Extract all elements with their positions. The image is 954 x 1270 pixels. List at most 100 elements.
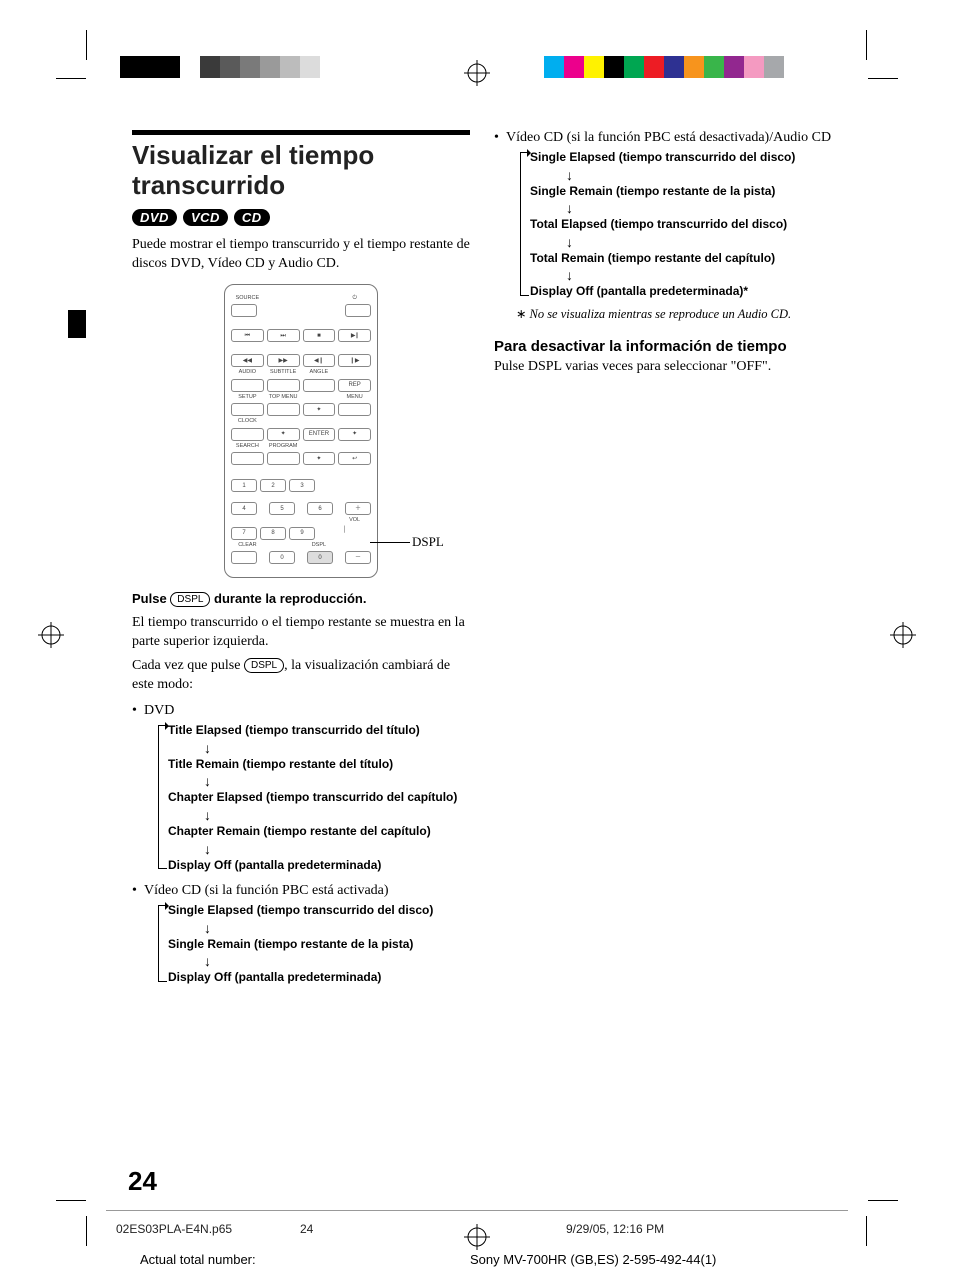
step-back-icon: ◀❙ bbox=[303, 354, 336, 367]
cycle-item: Chapter Remain (tiempo restante del capí… bbox=[168, 824, 470, 840]
remote-label: VOL bbox=[338, 518, 371, 524]
remote-button bbox=[303, 379, 336, 392]
prev-track-icon: ⏮ bbox=[231, 329, 264, 342]
cycle-vcd-off: Single Elapsed (tiempo transcurrido del … bbox=[520, 150, 832, 300]
next-track-icon: ⏭ bbox=[267, 329, 300, 342]
down-arrow-icon: ↓ bbox=[204, 774, 470, 788]
remote-label: TOP MENU bbox=[267, 395, 300, 401]
crop-mark-icon bbox=[866, 1216, 867, 1246]
callout-line bbox=[370, 542, 410, 544]
remote-label bbox=[303, 518, 336, 524]
list-vcd-pbc-off: Vídeo CD (si la función PBC está desacti… bbox=[494, 130, 832, 323]
footnote: ∗No se visualiza mientras se reproduce u… bbox=[516, 306, 832, 323]
num-7: 7 bbox=[231, 527, 257, 540]
heading-rule bbox=[132, 130, 470, 135]
registration-mark-icon bbox=[464, 1224, 490, 1250]
remote-label: MENU bbox=[338, 395, 371, 401]
crop-mark-icon bbox=[868, 1200, 898, 1201]
remote-label bbox=[338, 370, 371, 376]
remote-button bbox=[338, 403, 371, 416]
cycle-item: Single Remain (tiempo restante de la pis… bbox=[168, 937, 470, 953]
remote-label: SUBTITLE bbox=[267, 370, 300, 376]
step-fwd-icon: ❙▶ bbox=[338, 354, 371, 367]
footer-file: 02ES03PLA-E4N.p65 bbox=[116, 1222, 232, 1236]
up-icon: ✦ bbox=[303, 403, 336, 416]
deactivate-heading: Para desactivar la información de tiempo bbox=[494, 337, 832, 357]
remote-button bbox=[267, 403, 300, 416]
footnote-text: No se visualiza mientras se reproduce un… bbox=[529, 307, 791, 321]
cycle-item: Chapter Elapsed (tiempo transcurrido del… bbox=[168, 790, 470, 806]
crop-mark-icon bbox=[56, 1200, 86, 1201]
down-icon: ✦ bbox=[303, 452, 336, 465]
deactivate-text: Pulse DSPL varias veces para seleccionar… bbox=[494, 358, 832, 377]
disc-type-badges: DVD VCD CD bbox=[132, 209, 470, 226]
tab-marker bbox=[68, 310, 86, 338]
remote-label: SEARCH bbox=[231, 444, 264, 450]
dspl-pill: DSPL bbox=[170, 592, 210, 607]
step-lead-b: durante la reproducción. bbox=[210, 591, 366, 606]
crop-mark-icon bbox=[86, 1216, 87, 1246]
list-label: Vídeo CD (si la función PBC está desacti… bbox=[506, 130, 831, 145]
cycle-bracket-icon bbox=[520, 152, 529, 296]
cycle-lists-right: Vídeo CD (si la función PBC está desacti… bbox=[494, 130, 832, 323]
remote-button bbox=[231, 304, 257, 317]
dspl-pill: DSPL bbox=[528, 359, 562, 374]
remote-button bbox=[231, 452, 264, 465]
enter-button: ENTER bbox=[303, 428, 336, 441]
cycle-item: Title Elapsed (tiempo transcurrido del t… bbox=[168, 723, 470, 739]
remote-button: REP bbox=[338, 379, 371, 392]
down-arrow-icon: ↓ bbox=[204, 808, 470, 822]
down-arrow-icon: ↓ bbox=[204, 741, 470, 755]
remote-button bbox=[231, 403, 264, 416]
content-area: Visualizar el tiempo transcurrido DVD VC… bbox=[132, 130, 832, 1130]
remote-button bbox=[231, 428, 264, 441]
crop-mark-icon bbox=[86, 30, 87, 60]
crop-mark-icon bbox=[868, 78, 898, 79]
num-9: 9 bbox=[289, 527, 315, 540]
print-color-bar bbox=[544, 56, 784, 78]
remote-label bbox=[303, 395, 336, 401]
right-icon: ✦ bbox=[338, 428, 371, 441]
step-lead: Pulse DSPL durante la reproducción. bbox=[132, 590, 470, 608]
play-pause-icon: ▶∥ bbox=[338, 329, 371, 342]
cycle-item: Display Off (pantalla predeterminada) bbox=[168, 858, 470, 874]
page-sheet: Visualizar el tiempo transcurrido DVD VC… bbox=[0, 0, 954, 1270]
cycle-bracket-icon bbox=[158, 905, 167, 982]
down-arrow-icon: ↓ bbox=[566, 201, 832, 215]
page-number: 24 bbox=[128, 1166, 157, 1197]
remote-label: ANGLE bbox=[303, 370, 336, 376]
print-grayscale-bar bbox=[120, 56, 320, 78]
cycle-item: Display Off (pantalla predeterminada)* bbox=[530, 284, 832, 300]
vol-up: ＋ bbox=[345, 502, 371, 515]
cycle-dvd: Title Elapsed (tiempo transcurrido del t… bbox=[158, 723, 470, 873]
forward-icon: ▶▶ bbox=[267, 354, 300, 367]
meta-right: Sony MV-700HR (GB,ES) 2-595-492-44(1) bbox=[470, 1252, 716, 1267]
step-body-2: Cada vez que pulse DSPL, la visualizació… bbox=[132, 657, 470, 695]
callout-label: DSPL bbox=[412, 534, 444, 550]
num-6: 6 bbox=[307, 502, 333, 515]
num-1: 1 bbox=[231, 479, 257, 492]
remote-button bbox=[231, 379, 264, 392]
remote-label bbox=[267, 419, 300, 425]
intro-paragraph: Puede mostrar el tiempo transcurrido y e… bbox=[132, 236, 470, 274]
step-body-2a: Cada vez que pulse bbox=[132, 658, 244, 673]
registration-mark-icon bbox=[38, 622, 64, 648]
cycle-lists: DVD Title Elapsed (tiempo transcurrido d… bbox=[132, 703, 470, 986]
remote-label bbox=[267, 543, 300, 549]
list-label: Vídeo CD (si la función PBC está activad… bbox=[144, 883, 389, 898]
down-arrow-icon: ↓ bbox=[204, 842, 470, 856]
remote-label: AUDIO bbox=[231, 370, 264, 376]
crop-mark-icon bbox=[56, 78, 86, 79]
num-8: 8 bbox=[260, 527, 286, 540]
registration-mark-icon bbox=[464, 60, 490, 86]
remote-label: CLEAR bbox=[231, 543, 264, 549]
list-label: DVD bbox=[144, 703, 174, 718]
list-vcd-pbc-on: Vídeo CD (si la función PBC está activad… bbox=[132, 883, 470, 986]
remote-label: SETUP bbox=[231, 395, 264, 401]
num-3: 3 bbox=[289, 479, 315, 492]
footer-datetime: 9/29/05, 12:16 PM bbox=[566, 1222, 664, 1236]
down-arrow-icon: ↓ bbox=[204, 921, 470, 935]
num-0: 0 bbox=[269, 551, 295, 564]
registration-mark-icon bbox=[890, 622, 916, 648]
stop-icon: ■ bbox=[303, 329, 336, 342]
